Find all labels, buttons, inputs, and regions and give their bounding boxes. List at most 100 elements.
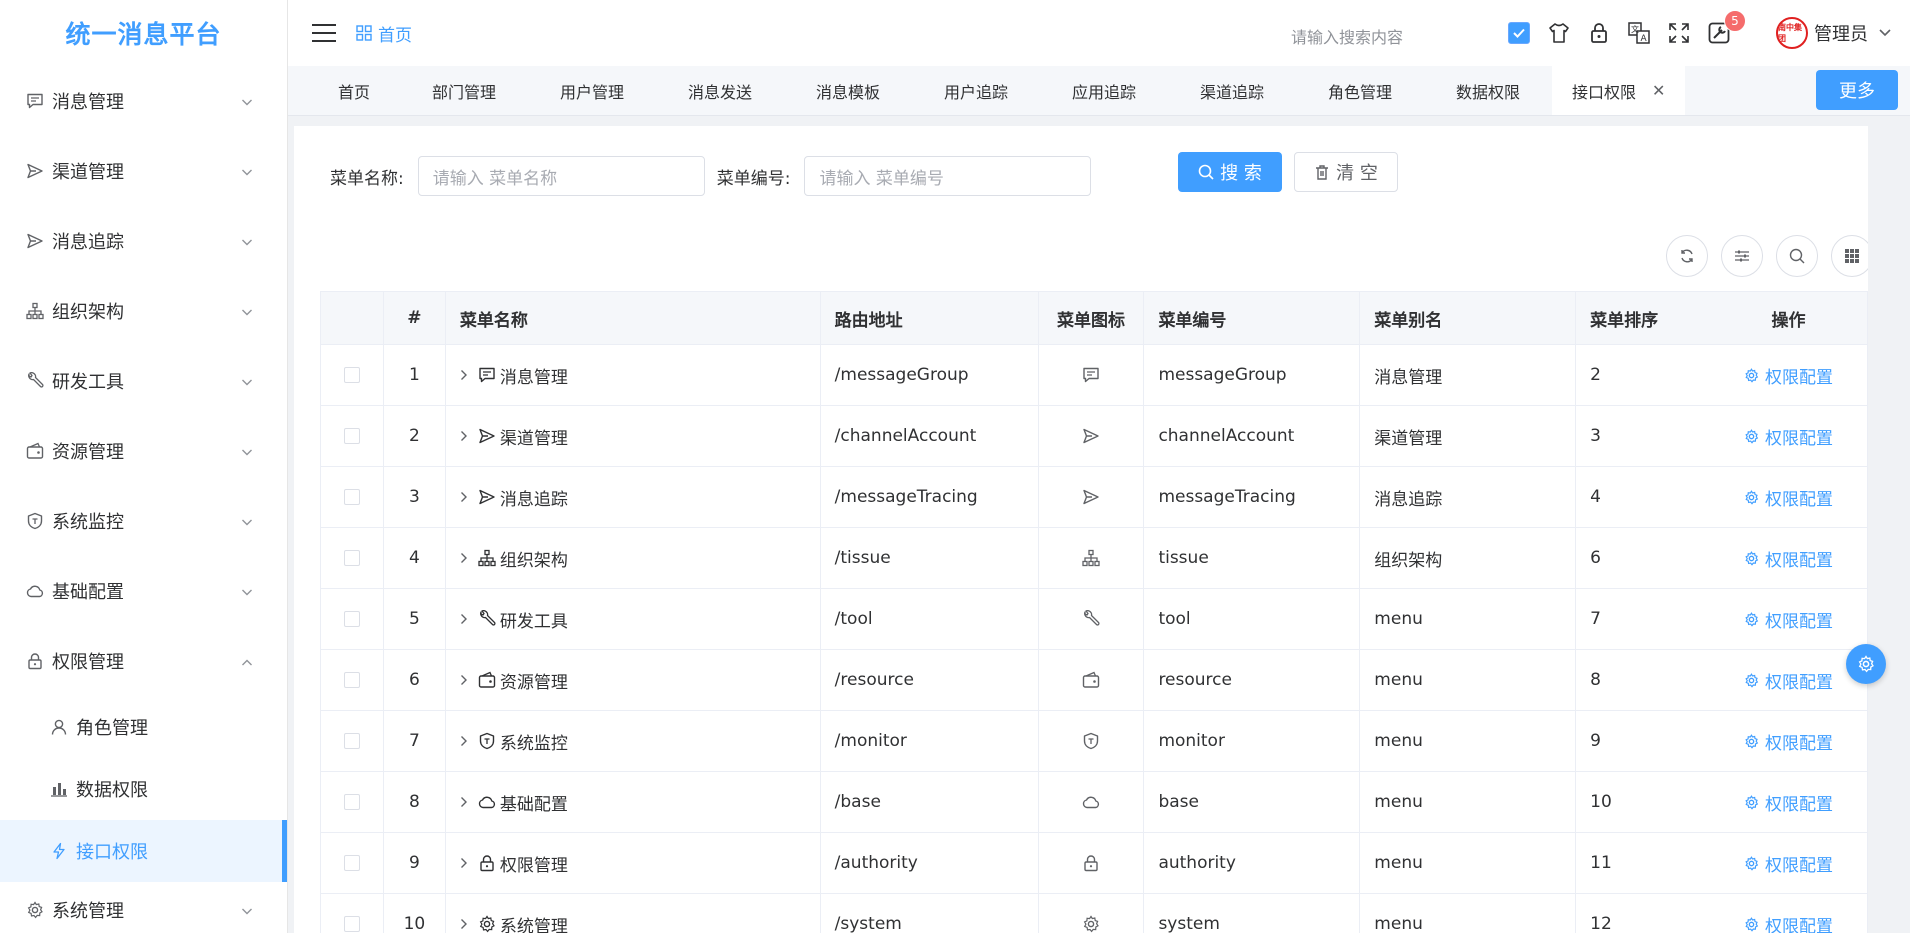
- tab-7[interactable]: 渠道追踪: [1168, 66, 1296, 115]
- wallet-icon: [1082, 671, 1100, 689]
- menu-code-input[interactable]: 请输入 菜单编号: [804, 156, 1092, 196]
- tab-5[interactable]: 用户追踪: [912, 66, 1040, 115]
- expand-icon[interactable]: [460, 613, 468, 625]
- menu-name-input[interactable]: 请输入 菜单名称: [417, 156, 705, 196]
- expand-icon[interactable]: [460, 735, 468, 747]
- expand-icon[interactable]: [460, 857, 468, 869]
- header-search[interactable]: 请输入搜索内容: [1291, 24, 1403, 48]
- row-checkbox[interactable]: [343, 489, 360, 505]
- clear-button[interactable]: 清 空: [1294, 152, 1398, 192]
- settings-float-button[interactable]: [1846, 644, 1886, 684]
- lock-icon: [24, 650, 46, 672]
- row-checkbox[interactable]: [343, 733, 360, 749]
- permission-config-link[interactable]: 权限配置: [1744, 851, 1833, 876]
- permission-config-link[interactable]: 权限配置: [1744, 607, 1833, 632]
- sidebar-subitem-0[interactable]: 角色管理: [0, 696, 287, 758]
- page-scrollbar[interactable]: [1896, 116, 1910, 933]
- sidebar-item-5[interactable]: 资源管理: [0, 416, 287, 486]
- row-checkbox[interactable]: [343, 794, 360, 810]
- sidebar-item-system[interactable]: 系统管理: [0, 882, 287, 933]
- more-button[interactable]: 更多: [1816, 70, 1898, 110]
- tab-10[interactable]: 接口权限 ✕: [1552, 66, 1686, 115]
- translate-icon[interactable]: A文: [1626, 20, 1652, 46]
- row-checkbox[interactable]: [343, 550, 360, 566]
- main-content: 菜单名称: 请输入 菜单名称 菜单编号: 请输入 菜单编号 搜 索 清 空 # …: [294, 126, 1868, 933]
- row-checkbox[interactable]: [343, 428, 360, 444]
- org-icon: [24, 300, 46, 322]
- sidebar-item-0[interactable]: 消息管理: [0, 66, 287, 136]
- sidebar-item-8[interactable]: 权限管理: [0, 626, 287, 696]
- permission-config-link[interactable]: 权限配置: [1744, 790, 1833, 815]
- sidebar-item-1[interactable]: 渠道管理: [0, 136, 287, 206]
- permission-config-link[interactable]: 权限配置: [1744, 363, 1833, 388]
- row-menu-code: authority: [1144, 833, 1361, 893]
- tab-3[interactable]: 消息发送: [656, 66, 784, 115]
- sidebar-item-2[interactable]: 消息追踪: [0, 206, 287, 276]
- shirt-icon[interactable]: [1546, 20, 1572, 46]
- tab-0[interactable]: 首页: [288, 66, 400, 115]
- lock-icon: [478, 854, 496, 872]
- row-menu-icon-cell: [1039, 528, 1145, 588]
- sidebar-subitem-1[interactable]: 数据权限: [0, 758, 287, 820]
- sidebar-item-label: 组织架构: [52, 302, 124, 323]
- tab-8[interactable]: 角色管理: [1296, 66, 1424, 115]
- permission-config-link[interactable]: 权限配置: [1744, 729, 1833, 754]
- expand-icon[interactable]: [460, 918, 468, 930]
- sidebar-item-6[interactable]: 系统监控: [0, 486, 287, 556]
- expand-icon[interactable]: [460, 796, 468, 808]
- breadcrumb-home[interactable]: 首页: [378, 21, 412, 46]
- permission-config-link[interactable]: 权限配置: [1744, 668, 1833, 693]
- tab-2[interactable]: 用户管理: [528, 66, 656, 115]
- send-icon: [24, 160, 46, 182]
- grid-view-button[interactable]: [1831, 235, 1868, 277]
- expand-icon[interactable]: [460, 491, 468, 503]
- row-checkbox[interactable]: [343, 672, 360, 688]
- row-checkbox[interactable]: [343, 367, 360, 383]
- sidebar-subitem-2[interactable]: 接口权限: [0, 820, 287, 882]
- close-icon[interactable]: ✕: [1652, 81, 1665, 100]
- sidebar: 统一消息平台 消息管理 渠道管理 消息追踪 组织架构 研发工具 资源管理 系统监…: [0, 0, 288, 933]
- permission-config-link[interactable]: 权限配置: [1744, 424, 1833, 449]
- expand-icon[interactable]: [460, 552, 468, 564]
- sidebar-item-4[interactable]: 研发工具: [0, 346, 287, 416]
- sidebar-item-7[interactable]: 基础配置: [0, 556, 287, 626]
- user-menu[interactable]: 南中集团 管理员: [1776, 17, 1892, 49]
- fullscreen-icon[interactable]: [1666, 20, 1692, 46]
- permission-config-link[interactable]: 权限配置: [1744, 485, 1833, 510]
- lock-icon[interactable]: [1586, 20, 1612, 46]
- expand-icon[interactable]: [460, 674, 468, 686]
- column-settings-button[interactable]: [1721, 235, 1763, 277]
- sidebar-item-label: 消息管理: [52, 92, 124, 113]
- row-index: 5: [384, 589, 446, 649]
- row-checkbox[interactable]: [343, 611, 360, 627]
- tab-9[interactable]: 数据权限: [1424, 66, 1552, 115]
- menu-table: # 菜单名称 路由地址 菜单图标 菜单编号 菜单别名 菜单排序 操作 1 消息管…: [320, 291, 1868, 933]
- notification-tool-icon[interactable]: 5: [1706, 10, 1746, 46]
- gear-icon: [1744, 611, 1759, 627]
- row-menu-code: tissue: [1144, 528, 1361, 588]
- row-index: 9: [384, 833, 446, 893]
- tab-1[interactable]: 部门管理: [400, 66, 528, 115]
- row-checkbox[interactable]: [343, 855, 360, 871]
- row-operation-cell: 权限配置: [1710, 711, 1868, 771]
- expand-icon[interactable]: [460, 369, 468, 381]
- refresh-button[interactable]: [1666, 235, 1708, 277]
- top-header: 首页 请输入搜索内容 A文 5 南中集团 管理员: [288, 0, 1910, 66]
- permission-config-link[interactable]: 权限配置: [1744, 546, 1833, 571]
- checkbox-icon[interactable]: [1506, 20, 1532, 46]
- permission-config-link[interactable]: 权限配置: [1744, 912, 1833, 933]
- row-checkbox[interactable]: [343, 916, 360, 932]
- row-menu-icon-cell: [1039, 406, 1145, 466]
- permission-config-label: 权限配置: [1765, 733, 1834, 754]
- breadcrumb[interactable]: 首页: [356, 21, 412, 46]
- search-button[interactable]: 搜 索: [1178, 152, 1282, 192]
- tab-4[interactable]: 消息模板: [784, 66, 912, 115]
- row-menu-name: 消息追踪: [446, 467, 821, 527]
- hamburger-button[interactable]: [294, 0, 354, 66]
- expand-icon[interactable]: [460, 430, 468, 442]
- chat-icon: [24, 90, 46, 112]
- tab-6[interactable]: 应用追踪: [1040, 66, 1168, 115]
- toggle-search-button[interactable]: [1776, 235, 1818, 277]
- sidebar-item-3[interactable]: 组织架构: [0, 276, 287, 346]
- chevron-down-icon: [241, 511, 253, 532]
